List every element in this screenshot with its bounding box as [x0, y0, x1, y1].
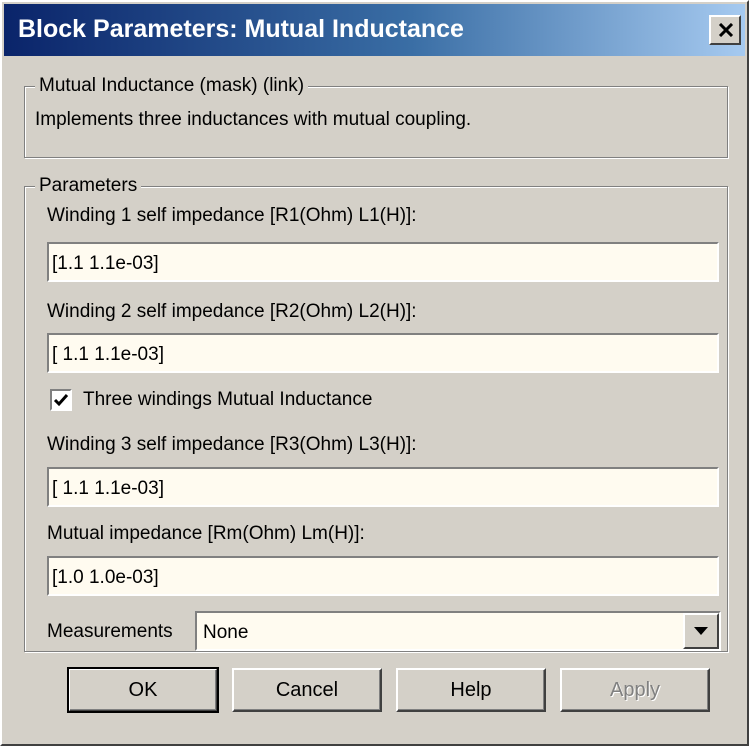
cancel-button[interactable]: Cancel: [232, 668, 382, 712]
measurements-value: None: [203, 622, 249, 643]
winding2-label: Winding 2 self impedance [R2(Ohm) L2(H)]…: [47, 301, 417, 322]
chevron-down-icon: [694, 627, 708, 635]
title-bar[interactable]: Block Parameters: Mutual Inductance: [4, 4, 745, 56]
window-title: Block Parameters: Mutual Inductance: [18, 15, 464, 43]
mask-group-legend: Mutual Inductance (mask) (link): [35, 75, 309, 97]
three-windings-checkbox[interactable]: [50, 389, 72, 411]
mask-description-text: Implements three inductances with mutual…: [35, 109, 472, 130]
checkmark-icon: [53, 394, 69, 407]
mutual-impedance-label: Mutual impedance [Rm(Ohm) Lm(H)]:: [47, 523, 365, 544]
winding3-label: Winding 3 self impedance [R3(Ohm) L3(H)]…: [47, 434, 417, 455]
apply-button[interactable]: Apply: [560, 668, 710, 712]
ok-button[interactable]: OK: [67, 667, 219, 713]
block-parameters-dialog: Block Parameters: Mutual Inductance Mutu…: [0, 0, 749, 746]
close-icon: [718, 23, 734, 37]
parameters-group-legend: Parameters: [35, 175, 142, 197]
mutual-impedance-field[interactable]: [1.0 1.0e-03]: [47, 556, 719, 596]
winding1-label: Winding 1 self impedance [R1(Ohm) L1(H)]…: [47, 205, 417, 226]
help-button[interactable]: Help: [396, 668, 546, 712]
measurements-dropdown-button[interactable]: [683, 613, 719, 649]
measurements-label: Measurements: [47, 621, 173, 642]
winding3-field[interactable]: [ 1.1 1.1e-03]: [47, 467, 719, 507]
winding1-field[interactable]: [1.1 1.1e-03]: [47, 242, 719, 282]
mask-description-group: Mutual Inductance (mask) (link) Implemen…: [24, 75, 728, 158]
measurements-select[interactable]: None: [195, 611, 721, 651]
three-windings-label[interactable]: Three windings Mutual Inductance: [83, 389, 372, 411]
close-button[interactable]: [709, 15, 741, 45]
winding2-field[interactable]: [ 1.1 1.1e-03]: [47, 333, 719, 373]
parameters-group: Parameters Winding 1 self impedance [R1(…: [24, 175, 728, 652]
